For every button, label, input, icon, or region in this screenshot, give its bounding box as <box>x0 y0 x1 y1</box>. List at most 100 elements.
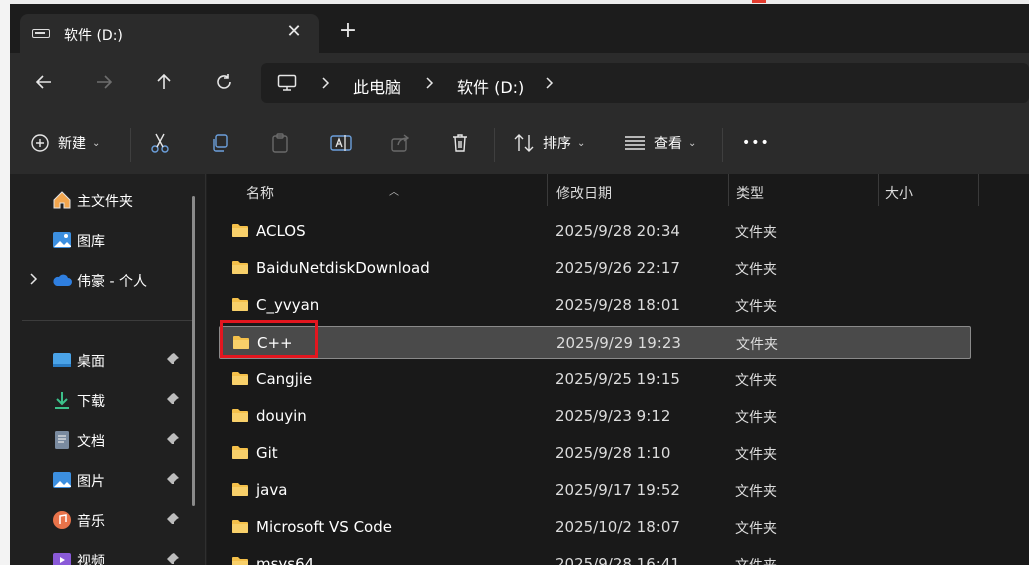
file-date-modified: 2025/9/28 20:34 <box>555 222 680 240</box>
music-icon <box>53 511 71 529</box>
folder-icon <box>232 409 248 422</box>
address-bar[interactable]: 此电脑 软件 (D:) <box>261 63 1029 103</box>
column-header-date[interactable]: 修改日期 <box>548 174 728 208</box>
home-icon <box>53 191 71 209</box>
sidebar-item-home[interactable]: 主文件夹 <box>10 184 190 216</box>
folder-icon <box>232 372 248 385</box>
pin-icon[interactable] <box>166 392 180 406</box>
tab-title: 软件 (D:) <box>64 28 123 44</box>
column-divider[interactable] <box>978 174 979 206</box>
folder-icon <box>232 224 248 237</box>
table-row[interactable]: C++ 2025/9/29 19:23 文件夹 <box>219 326 971 359</box>
more-options-button[interactable]: ••• <box>742 128 770 158</box>
new-button-label: 新建 <box>58 136 86 152</box>
file-date-modified: 2025/9/26 22:17 <box>555 259 680 277</box>
sidebar-item-onedrive[interactable]: 伟豪 - 个人 <box>10 264 190 296</box>
document-icon <box>55 431 69 449</box>
file-name: java <box>256 481 288 499</box>
table-row[interactable]: C_yvyan 2025/9/28 18:01 文件夹 <box>219 289 971 322</box>
download-icon <box>55 392 69 409</box>
sidebar-scrollbar[interactable] <box>192 196 195 506</box>
table-row[interactable]: ACLOS 2025/9/28 20:34 文件夹 <box>219 215 971 248</box>
tab-bar: 软件 (D:) ✕ + <box>10 4 1029 53</box>
sort-icon <box>514 134 534 152</box>
file-type: 文件夹 <box>735 225 777 241</box>
more-icon: ••• <box>742 135 770 151</box>
table-row[interactable]: Cangjie 2025/9/25 19:15 文件夹 <box>219 363 971 396</box>
refresh-button[interactable] <box>209 67 239 97</box>
file-type: 文件夹 <box>735 555 777 565</box>
breadcrumb-this-pc[interactable]: 此电脑 <box>353 74 401 98</box>
pin-icon[interactable] <box>166 432 180 446</box>
computer-icon <box>277 74 297 91</box>
pin-icon[interactable] <box>166 352 180 366</box>
sidebar-item-downloads[interactable]: 下载 <box>10 384 190 416</box>
file-type: 文件夹 <box>735 447 777 463</box>
table-row[interactable]: Git 2025/9/28 1:10 文件夹 <box>219 437 971 470</box>
folder-icon <box>232 520 248 533</box>
video-icon <box>53 553 71 565</box>
column-header-size[interactable]: 大小 <box>879 174 979 208</box>
new-button[interactable]: 新建 ⌄ <box>30 128 100 158</box>
trash-icon <box>453 134 467 152</box>
chevron-right-icon <box>322 77 330 89</box>
column-header-label: 大小 <box>885 186 913 202</box>
table-row[interactable]: java 2025/9/17 19:52 文件夹 <box>219 474 971 507</box>
copy-button[interactable] <box>210 128 230 158</box>
sidebar-item-pictures[interactable]: 图片 <box>10 464 190 496</box>
table-row[interactable]: Microsoft VS Code 2025/10/2 18:07 文件夹 <box>219 511 971 544</box>
column-header-label: 修改日期 <box>556 186 612 202</box>
rename-icon <box>330 135 352 151</box>
chevron-right-icon <box>426 77 434 89</box>
file-name: Cangjie <box>256 370 313 388</box>
sidebar-item-music[interactable]: 音乐 <box>10 504 190 536</box>
navigation-pane: 主文件夹 图库 伟豪 - 个人 桌面 下载 文档 图片 音乐 视频 <box>10 174 206 565</box>
chevron-right-icon[interactable] <box>543 76 557 90</box>
command-toolbar: 新建 ⌄ 排序 ⌄ 查看 ⌄ ••• <box>10 112 1029 174</box>
share-button[interactable] <box>390 128 410 158</box>
back-button[interactable] <box>29 67 59 97</box>
sidebar-item-label: 图库 <box>77 234 105 250</box>
forward-button[interactable] <box>89 67 119 97</box>
file-name: msys64 <box>256 555 315 565</box>
toolbar-divider <box>130 128 131 162</box>
file-name: BaiduNetdiskDownload <box>256 259 430 277</box>
sidebar-item-gallery[interactable]: 图库 <box>10 224 190 256</box>
pin-icon[interactable] <box>166 472 180 486</box>
tab-drive-d[interactable]: 软件 (D:) ✕ <box>20 14 319 53</box>
chevron-down-icon: ⌄ <box>92 137 101 149</box>
close-tab-icon[interactable]: ✕ <box>282 21 306 42</box>
paste-button[interactable] <box>270 128 290 158</box>
file-name: ACLOS <box>256 222 306 240</box>
table-row[interactable]: BaiduNetdiskDownload 2025/9/26 22:17 文件夹 <box>219 252 971 285</box>
file-date-modified: 2025/9/29 19:23 <box>556 334 681 352</box>
column-header-type[interactable]: 类型 <box>729 174 879 208</box>
view-button[interactable]: 查看 ⌄ <box>624 128 696 158</box>
sort-button[interactable]: 排序 ⌄ <box>513 128 585 158</box>
column-header-label: 名称 <box>246 186 274 202</box>
sidebar-item-label: 图片 <box>77 474 105 490</box>
pin-icon[interactable] <box>166 552 180 565</box>
sidebar-item-videos[interactable]: 视频 <box>10 544 190 565</box>
sidebar-item-label: 文档 <box>77 434 105 450</box>
file-name: Microsoft VS Code <box>256 518 392 536</box>
file-type: 文件夹 <box>735 521 777 537</box>
column-header-name[interactable]: 名称 ︿ <box>207 174 547 208</box>
plus-circle-icon <box>31 134 49 152</box>
column-header-label: 类型 <box>736 186 764 202</box>
new-tab-button[interactable]: + <box>336 19 360 43</box>
sidebar-item-label: 伟豪 - 个人 <box>77 274 147 290</box>
table-row[interactable]: douyin 2025/9/23 9:12 文件夹 <box>219 400 971 433</box>
table-row[interactable]: msys64 2025/9/28 16:41 文件夹 <box>219 548 971 565</box>
breadcrumb-drive-d[interactable]: 软件 (D:) <box>457 74 524 98</box>
pin-icon[interactable] <box>166 512 180 526</box>
copy-icon <box>213 134 228 152</box>
cut-button[interactable] <box>150 128 170 158</box>
rename-button[interactable] <box>330 128 352 158</box>
view-list-icon <box>625 136 645 150</box>
sidebar-item-documents[interactable]: 文档 <box>10 424 190 456</box>
sidebar-item-desktop[interactable]: 桌面 <box>10 344 190 376</box>
up-button[interactable] <box>149 67 179 97</box>
chevron-right-icon[interactable] <box>28 273 40 285</box>
delete-button[interactable] <box>450 128 470 158</box>
